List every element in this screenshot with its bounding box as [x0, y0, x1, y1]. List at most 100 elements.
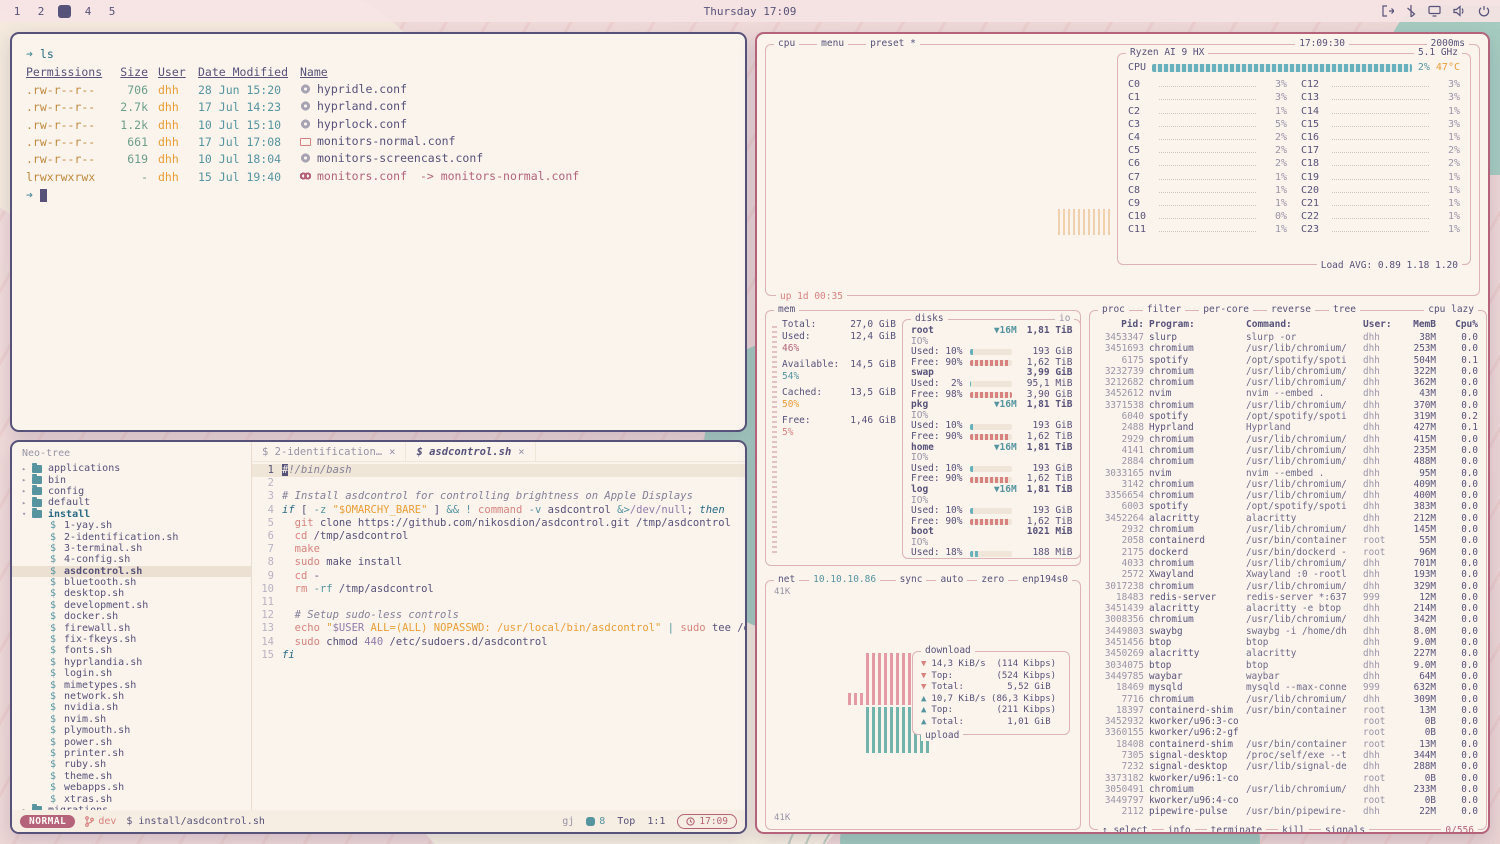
proc-footer-key[interactable]: ↑ select: [1098, 825, 1152, 834]
process-row[interactable]: 3449797 kworker/u96:4-co root 0B 0.0: [1098, 795, 1478, 806]
process-row[interactable]: 3232739 chromium /usr/lib/chromium/ dhh …: [1098, 366, 1478, 377]
process-row[interactable]: 3452264 alacritty alacritty dhh 212M 0.0: [1098, 513, 1478, 524]
tree-item[interactable]: login.sh: [12, 668, 251, 679]
mem-box-title[interactable]: mem: [774, 304, 799, 315]
proc-option[interactable]: filter: [1143, 304, 1185, 315]
process-row[interactable]: 2488 Hyprland Hyprland dhh 427M 0.1: [1098, 422, 1478, 433]
process-row[interactable]: 7232 signal-desktop /usr/lib/signal-de d…: [1098, 761, 1478, 772]
tree-item[interactable]: theme.sh: [12, 771, 251, 782]
process-row[interactable]: 3017238 chromium /usr/lib/chromium/ dhh …: [1098, 581, 1478, 592]
process-row[interactable]: 2932 chromium /usr/lib/chromium/ dhh 145…: [1098, 524, 1478, 535]
display-icon[interactable]: [1428, 5, 1441, 17]
tree-item[interactable]: plymouth.sh: [12, 725, 251, 736]
process-row[interactable]: 2929 chromium /usr/lib/chromium/ dhh 415…: [1098, 434, 1478, 445]
process-row[interactable]: 3449785 waybar waybar dhh 64M 0.0: [1098, 671, 1478, 682]
process-row[interactable]: 3452612 nvim nvim --embed . dhh 43M 0.0: [1098, 388, 1478, 399]
process-row[interactable]: 18408 containerd-shim /usr/bin/container…: [1098, 739, 1478, 750]
process-row[interactable]: 3449803 swaybg swaybg -i /home/dh dhh 8.…: [1098, 626, 1478, 637]
tree-item[interactable]: power.sh: [12, 736, 251, 747]
process-row[interactable]: 2884 chromium /usr/lib/chromium/ dhh 488…: [1098, 456, 1478, 467]
process-row[interactable]: 3033165 nvim nvim --embed . dhh 95M 0.0: [1098, 468, 1478, 479]
tree-item[interactable]: asdcontrol.sh: [12, 566, 251, 577]
proc-footer-key[interactable]: terminate: [1207, 825, 1266, 834]
bluetooth-icon[interactable]: [1406, 5, 1416, 17]
process-row[interactable]: 3373182 kworker/u96:1-co root 0B 0.0: [1098, 773, 1478, 784]
process-row[interactable]: 2572 Xwayland Xwayland :0 -rootl dhh 193…: [1098, 569, 1478, 580]
net-option[interactable]: enp194s0: [1018, 574, 1072, 585]
tab-2-identification[interactable]: $ 2-identification… ×: [252, 442, 406, 461]
process-row[interactable]: 6040 spotify /opt/spotify/spoti dhh 319M…: [1098, 411, 1478, 422]
process-row[interactable]: 3356654 chromium /usr/lib/chromium/ dhh …: [1098, 490, 1478, 501]
tree-item[interactable]: install: [12, 509, 251, 520]
process-row[interactable]: 3008356 chromium /usr/lib/chromium/ dhh …: [1098, 614, 1478, 625]
tree-item[interactable]: nvim.sh: [12, 714, 251, 725]
tree-item[interactable]: applications: [12, 463, 251, 474]
process-row[interactable]: 18483 redis-server redis-server *:637 99…: [1098, 592, 1478, 603]
process-row[interactable]: 2112 pipewire-pulse /usr/bin/pipewire- d…: [1098, 806, 1478, 817]
process-row[interactable]: 3451439 alacritty alacritty -e btop dhh …: [1098, 603, 1478, 614]
process-row[interactable]: 18397 containerd-shim /usr/bin/container…: [1098, 705, 1478, 716]
proc-option[interactable]: proc: [1098, 304, 1129, 315]
tree-item[interactable]: bluetooth.sh: [12, 577, 251, 588]
process-row[interactable]: 4033 chromium /usr/lib/chromium/ dhh 701…: [1098, 558, 1478, 569]
proc-footer-key[interactable]: info: [1164, 825, 1195, 834]
process-row[interactable]: 3450269 alacritty alacritty dhh 227M 0.0: [1098, 648, 1478, 659]
code-editor[interactable]: 1#!/bin/bash23# Install asdcontrol for c…: [252, 462, 745, 810]
proc-footer-key[interactable]: signals: [1321, 825, 1369, 834]
process-row[interactable]: 3360155 kworker/u96:2-gf root 0B 0.0: [1098, 727, 1478, 738]
tree-item[interactable]: 3-terminal.sh: [12, 543, 251, 554]
power-icon[interactable]: [1478, 5, 1490, 17]
proc-option[interactable]: reverse: [1267, 304, 1315, 315]
process-row[interactable]: 2175 dockerd /usr/bin/dockerd - root 96M…: [1098, 547, 1478, 558]
proc-option[interactable]: tree: [1329, 304, 1360, 315]
process-row[interactable]: 3050491 chromium /usr/lib/chromium/ dhh …: [1098, 784, 1478, 795]
process-row[interactable]: 3034075 btop btop dhh 9.0M 0.0: [1098, 660, 1478, 671]
logout-icon[interactable]: [1382, 5, 1394, 17]
tree-item[interactable]: config: [12, 486, 251, 497]
tree-item[interactable]: 2-identification.sh: [12, 531, 251, 542]
volume-icon[interactable]: [1453, 5, 1466, 17]
tree-item[interactable]: desktop.sh: [12, 588, 251, 599]
net-option[interactable]: auto: [936, 574, 967, 585]
tree-item[interactable]: fonts.sh: [12, 645, 251, 656]
process-row[interactable]: 6175 spotify /opt/spotify/spoti dhh 504M…: [1098, 355, 1478, 366]
proc-cpu-lazy[interactable]: cpu lazy: [1424, 304, 1478, 315]
tree-item[interactable]: fix-fkeys.sh: [12, 634, 251, 645]
net-option[interactable]: sync: [896, 574, 927, 585]
process-row[interactable]: 3451693 chromium /usr/lib/chromium/ dhh …: [1098, 343, 1478, 354]
tab-asdcontrol[interactable]: $ asdcontrol.sh ×: [406, 442, 535, 461]
tree-item[interactable]: webapps.sh: [12, 782, 251, 793]
disks-box-title[interactable]: disks: [911, 313, 948, 324]
process-row[interactable]: 4141 chromium /usr/lib/chromium/ dhh 235…: [1098, 445, 1478, 456]
io-toggle[interactable]: io: [1055, 313, 1074, 324]
tree-item[interactable]: 4-config.sh: [12, 554, 251, 565]
tree-item[interactable]: development.sh: [12, 600, 251, 611]
close-icon[interactable]: ×: [389, 446, 395, 458]
process-row[interactable]: 7716 chromium /usr/lib/chromium/ dhh 309…: [1098, 694, 1478, 705]
process-row[interactable]: 18469 mysqld mysqld --max-conne 999 632M…: [1098, 682, 1478, 693]
process-row[interactable]: 3371538 chromium /usr/lib/chromium/ dhh …: [1098, 400, 1478, 411]
tree-item[interactable]: nvidia.sh: [12, 702, 251, 713]
proc-header-row[interactable]: Pid: Program: Command: User: MemB Cpu%: [1098, 319, 1478, 330]
net-option[interactable]: zero: [977, 574, 1008, 585]
process-row[interactable]: 2058 containerd /usr/bin/container root …: [1098, 535, 1478, 546]
proc-option[interactable]: per-core: [1199, 304, 1253, 315]
process-row[interactable]: 6003 spotify /opt/spotify/spoti dhh 383M…: [1098, 501, 1478, 512]
process-row[interactable]: 3142 chromium /usr/lib/chromium/ dhh 409…: [1098, 479, 1478, 490]
net-box-title[interactable]: net: [774, 574, 799, 585]
tree-item[interactable]: 1-yay.sh: [12, 520, 251, 531]
tree-item[interactable]: xtras.sh: [12, 793, 251, 804]
btop-menu-item[interactable]: preset *: [866, 38, 920, 49]
tree-item[interactable]: network.sh: [12, 691, 251, 702]
tree-item[interactable]: firewall.sh: [12, 622, 251, 633]
proc-footer-key[interactable]: kill: [1278, 825, 1309, 834]
process-row[interactable]: 3453347 slurp slurp -or dhh 38M 0.0: [1098, 332, 1478, 343]
close-icon[interactable]: ×: [518, 446, 524, 458]
process-row[interactable]: 7305 signal-desktop /proc/self/exe --t d…: [1098, 750, 1478, 761]
tree-item[interactable]: ruby.sh: [12, 759, 251, 770]
btop-menu-item[interactable]: cpu: [774, 38, 799, 49]
tree-item[interactable]: hyprlandia.sh: [12, 657, 251, 668]
tree-item[interactable]: bin: [12, 474, 251, 485]
process-row[interactable]: 3212682 chromium /usr/lib/chromium/ dhh …: [1098, 377, 1478, 388]
process-row[interactable]: 3452932 kworker/u96:3-co root 0B 0.0: [1098, 716, 1478, 727]
